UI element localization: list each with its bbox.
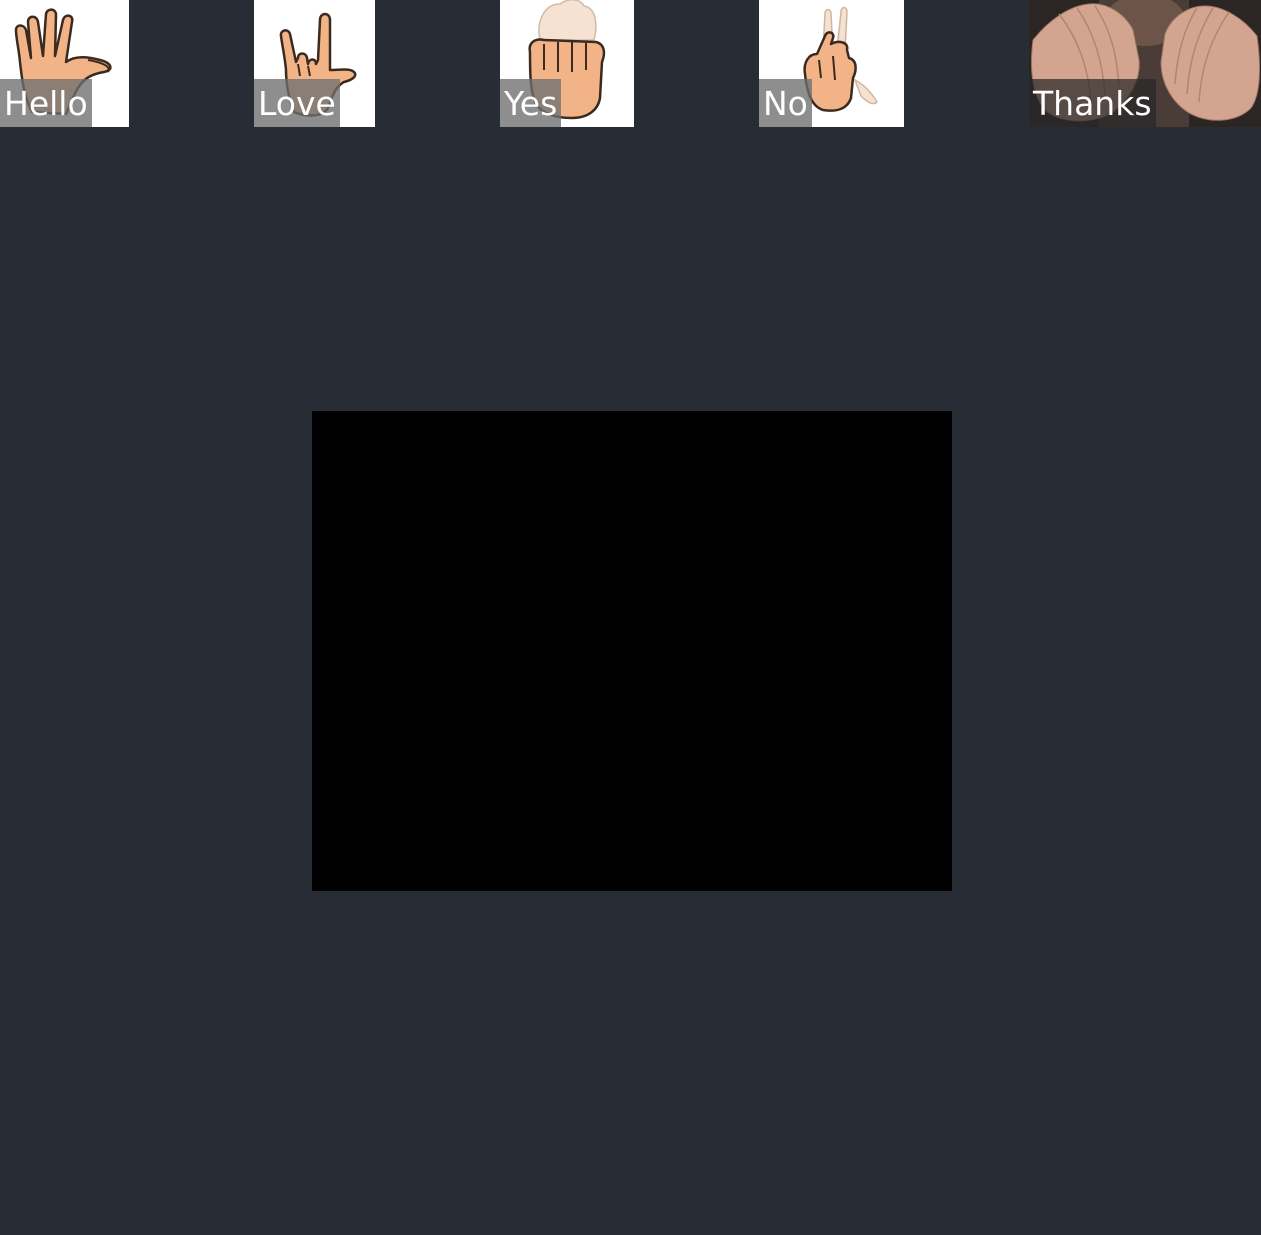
- sign-card-hello[interactable]: Hello: [0, 0, 129, 127]
- sign-card-yes[interactable]: Yes: [500, 0, 634, 127]
- sign-label: Thanks: [1029, 79, 1156, 127]
- sign-card-love[interactable]: Love: [254, 0, 375, 127]
- sign-label: No: [759, 79, 812, 127]
- sign-label: Love: [254, 79, 340, 127]
- sign-card-thanks[interactable]: Thanks: [1029, 0, 1261, 127]
- sign-label: Hello: [0, 79, 92, 127]
- sign-card-no[interactable]: No: [759, 0, 904, 127]
- sign-label: Yes: [500, 79, 562, 127]
- video-feed: [312, 411, 952, 891]
